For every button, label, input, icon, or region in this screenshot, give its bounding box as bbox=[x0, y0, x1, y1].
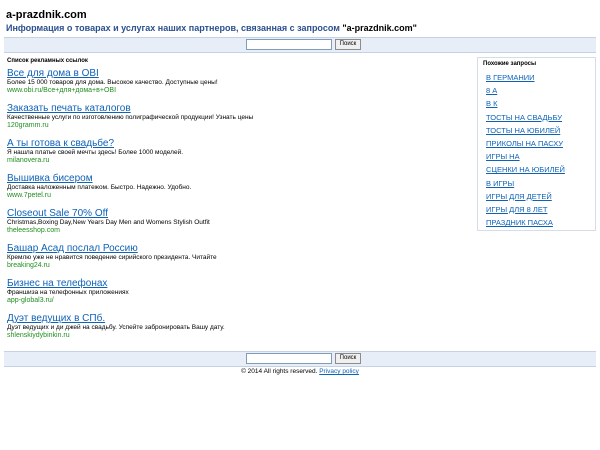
related-search-link[interactable]: СЦЕНКИ НА ЮБИЛЕЙ bbox=[486, 163, 595, 176]
search-bar-bottom: Поиск bbox=[4, 351, 596, 367]
ad-title-link[interactable]: Дуэт ведущих в СПб. bbox=[7, 313, 467, 324]
ad-url[interactable]: www.obi.ru/Все+для+дома+в+OBI bbox=[7, 87, 467, 95]
ad-description: Я нашла платье своей мечты здесь! Более … bbox=[7, 149, 184, 156]
ad-item: Заказать печать каталогов Качественные у… bbox=[7, 103, 467, 138]
related-searches-heading: Похожие запросы bbox=[483, 61, 537, 67]
search-button-top[interactable]: Поиск bbox=[335, 39, 361, 50]
ad-item: Вышивка бисером Доставка наложенным плат… bbox=[7, 173, 467, 208]
ad-title-link[interactable]: Все для дома в OBI bbox=[7, 68, 467, 79]
ad-description: Франшиза на телефонных приложениях bbox=[7, 289, 129, 296]
ad-url[interactable]: milanovera.ru bbox=[7, 157, 467, 165]
search-button-bottom[interactable]: Поиск bbox=[335, 353, 361, 364]
ad-item: Все для дома в OBI Более 15 000 товаров … bbox=[7, 68, 467, 103]
ad-title-link[interactable]: Заказать печать каталогов bbox=[7, 103, 467, 114]
ad-description: Кремлю уже не нравится поведение сирийск… bbox=[7, 254, 217, 261]
related-search-link[interactable]: ИГРЫ ДЛЯ ДЕТЕЙ bbox=[486, 190, 595, 203]
ad-item: Башар Асад послал Россию Кремлю уже не н… bbox=[7, 243, 467, 278]
ad-url[interactable]: 120gramm.ru bbox=[7, 122, 467, 130]
search-bar-top: Поиск bbox=[4, 37, 596, 53]
related-searches-panel: Похожие запросы В ГЕРМАНИИ 8 А В К ТОСТЫ… bbox=[477, 57, 596, 231]
related-searches-list: В ГЕРМАНИИ 8 А В К ТОСТЫ НА СВАДЬБУ ТОСТ… bbox=[478, 71, 595, 229]
page-subtitle: Информация о товарах и услугах наших пар… bbox=[6, 23, 417, 33]
ad-description: Более 15 000 товаров для дома. Высокое к… bbox=[7, 79, 218, 86]
related-search-link[interactable]: ИГРЫ НА bbox=[486, 150, 595, 163]
ad-title-link[interactable]: Башар Асад послал Россию bbox=[7, 243, 467, 254]
ad-description: Доставка наложенным платежом. Быстро. На… bbox=[7, 184, 192, 191]
related-search-link[interactable]: ТОСТЫ НА ЮБИЛЕЙ bbox=[486, 124, 595, 137]
related-search-link[interactable]: В К bbox=[486, 97, 595, 110]
ad-description: Christmas,Boxing Day,New Years Day Men a… bbox=[7, 219, 210, 226]
related-search-link[interactable]: В ИГРЫ bbox=[486, 177, 595, 190]
privacy-policy-link[interactable]: Privacy policy bbox=[319, 368, 359, 375]
ad-item: А ты готова к свадьбе? Я нашла платье св… bbox=[7, 138, 467, 173]
search-input-bottom[interactable] bbox=[246, 353, 332, 364]
footer: © 2014 All rights reserved. Privacy poli… bbox=[0, 368, 600, 375]
search-input-top[interactable] bbox=[246, 39, 332, 50]
subtitle-text: Информация о товарах и услугах наших пар… bbox=[6, 23, 343, 33]
ad-item: Closeout Sale 70% Off Christmas,Boxing D… bbox=[7, 208, 467, 243]
related-search-link[interactable]: ИГРЫ ДЛЯ 8 ЛЕТ bbox=[486, 203, 595, 216]
ad-title-link[interactable]: Бизнес на телефонах bbox=[7, 278, 467, 289]
ad-description: Дуэт ведущих и ди джей на свадьбу. Успей… bbox=[7, 324, 225, 331]
ad-url[interactable]: breaking24.ru bbox=[7, 262, 467, 270]
page: a-prazdnik.com Информация о товарах и ус… bbox=[0, 0, 600, 450]
ad-list: Список рекламных ссылок Все для дома в O… bbox=[7, 58, 467, 348]
ad-url[interactable]: shlenskiydybinkin.ru bbox=[7, 332, 467, 340]
ad-item: Бизнес на телефонах Франшиза на телефонн… bbox=[7, 278, 467, 313]
site-title: a-prazdnik.com bbox=[6, 9, 87, 21]
ad-url[interactable]: theleesshop.com bbox=[7, 227, 467, 235]
ad-item: Дуэт ведущих в СПб. Дуэт ведущих и ди дж… bbox=[7, 313, 467, 348]
related-search-link[interactable]: В ГЕРМАНИИ bbox=[486, 71, 595, 84]
ad-url[interactable]: www.7petel.ru bbox=[7, 192, 467, 200]
ad-description: Качественные услуги по изготовлению поли… bbox=[7, 114, 254, 121]
ad-title-link[interactable]: Вышивка бисером bbox=[7, 173, 467, 184]
related-search-link[interactable]: ТОСТЫ НА СВАДЬБУ bbox=[486, 111, 595, 124]
ad-list-heading: Список рекламных ссылок bbox=[7, 58, 88, 64]
ad-title-link[interactable]: Closeout Sale 70% Off bbox=[7, 208, 467, 219]
subtitle-query: "a-prazdnik.com" bbox=[342, 23, 417, 33]
ad-title-link[interactable]: А ты готова к свадьбе? bbox=[7, 138, 467, 149]
related-search-link[interactable]: 8 А bbox=[486, 84, 595, 97]
related-search-link[interactable]: ПРАЗДНИК ПАСХА bbox=[486, 216, 595, 229]
ad-url[interactable]: app-global3.ru/ bbox=[7, 297, 467, 305]
copyright-text: © 2014 All rights reserved. bbox=[241, 368, 318, 375]
related-search-link[interactable]: ПРИКОЛЫ НА ПАСХУ bbox=[486, 137, 595, 150]
